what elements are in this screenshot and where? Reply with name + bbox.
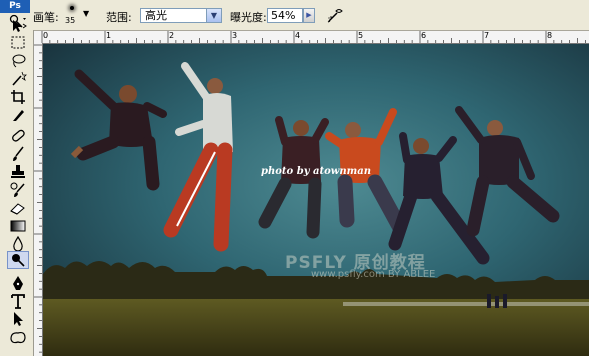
crop-icon (11, 90, 25, 104)
ruler-label: 0 (43, 31, 49, 40)
range-select[interactable]: 高光 ▼ (140, 8, 222, 23)
dodge-tool[interactable] (7, 251, 29, 269)
path-selection-tool[interactable] (8, 311, 28, 327)
slice-tool[interactable] (8, 107, 28, 123)
range-label: 范围: (106, 11, 132, 24)
healing-brush-tool[interactable] (8, 128, 28, 144)
blur-drop-icon (13, 236, 23, 252)
airbrush-icon[interactable] (326, 6, 344, 24)
chevron-down-icon[interactable]: ▼ (206, 9, 221, 22)
move-tool[interactable] (8, 18, 28, 34)
exposure-slider-arrow-icon[interactable]: ▶ (303, 8, 315, 23)
horizontal-ruler[interactable]: 0 1 2 3 4 5 6 7 8 (34, 31, 589, 44)
type-icon (11, 294, 25, 309)
rectangular-marquee-icon (11, 36, 25, 49)
gradient-tool[interactable] (8, 218, 28, 234)
lasso-icon (12, 54, 26, 68)
eraser-icon (10, 203, 25, 215)
pen-tool[interactable] (8, 275, 28, 291)
brush-preset-picker[interactable]: 35 (64, 3, 80, 27)
brush-label: 画笔: (33, 11, 59, 24)
eraser-tool[interactable] (8, 200, 28, 216)
photo-credit-text: photo by atownman (261, 166, 371, 177)
healing-brush-icon (12, 129, 25, 142)
brush-size: 35 (65, 16, 76, 25)
brush-tip-icon (70, 6, 74, 10)
options-bar: Ps 画笔: 35 ▼ 范围: 高光 ▼ 曝光度: 54% ▶ (0, 0, 589, 31)
brush-icon (13, 146, 24, 161)
slice-icon (13, 110, 24, 121)
clone-stamp-icon (11, 165, 25, 178)
document-canvas[interactable]: photo by atownman PSFLY 原创教程 www.psfly.c… (43, 44, 589, 356)
clone-stamp-tool[interactable] (8, 164, 28, 180)
ruler-label: 4 (295, 31, 301, 40)
range-value: 高光 (145, 9, 167, 22)
ruler-label: 6 (421, 31, 427, 40)
watermark-url: www.psfly.com BY ABLEE (311, 269, 436, 280)
pen-icon (13, 276, 23, 290)
vertical-ruler[interactable] (34, 43, 43, 356)
brush-dropdown-icon[interactable]: ▼ (83, 9, 89, 18)
ruler-ticks (41, 31, 586, 43)
exposure-input[interactable]: 54% (267, 8, 303, 23)
gradient-icon (10, 220, 26, 232)
marquee-tool[interactable] (8, 35, 28, 51)
dodge-icon (12, 254, 25, 267)
path-selection-icon (14, 312, 23, 326)
brush-tool[interactable] (8, 146, 28, 162)
toolbox (0, 20, 34, 356)
lasso-tool[interactable] (8, 53, 28, 69)
move-icon (13, 20, 27, 32)
magic-wand-tool[interactable] (8, 71, 28, 87)
crop-tool[interactable] (8, 89, 28, 105)
blur-tool[interactable] (8, 236, 28, 252)
vertical-ruler-ticks (34, 44, 42, 353)
type-tool[interactable] (8, 293, 28, 309)
ruler-label: 8 (547, 31, 553, 40)
custom-shape-tool[interactable] (8, 329, 28, 345)
custom-shape-icon (10, 331, 26, 344)
ruler-label: 2 (169, 31, 175, 40)
exposure-label: 曝光度: (230, 11, 267, 24)
ruler-label: 7 (484, 31, 490, 40)
magic-wand-icon (12, 71, 27, 86)
photoshop-logo[interactable]: Ps (0, 0, 30, 13)
history-brush-icon (10, 182, 25, 197)
ruler-label: 5 (358, 31, 364, 40)
photo-image (43, 44, 589, 356)
ruler-label: 1 (106, 31, 112, 40)
ruler-label: 3 (232, 31, 238, 40)
history-brush-tool[interactable] (8, 182, 28, 198)
